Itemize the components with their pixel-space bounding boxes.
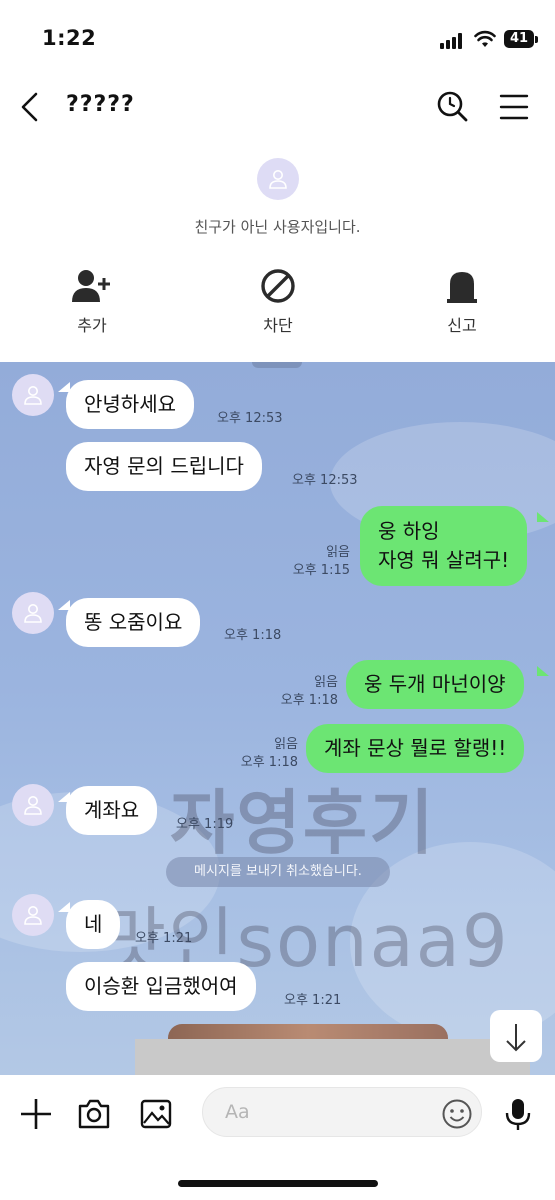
- message-time: 오후 1:18: [240, 755, 298, 770]
- message-bubble[interactable]: 똥 오줌이요: [66, 598, 201, 647]
- message-bubble[interactable]: 네: [66, 900, 121, 949]
- message-bubble[interactable]: 안녕하세요: [66, 380, 194, 429]
- battery-icon: 41: [504, 30, 534, 48]
- message-time: 오후 12:53: [292, 473, 358, 488]
- person-icon: [24, 796, 42, 815]
- message-bubble[interactable]: 계좌 문상 뭘로 할랭!!: [306, 724, 525, 773]
- block-icon: [261, 269, 295, 303]
- search-icon[interactable]: [434, 88, 470, 124]
- sender-avatar[interactable]: [12, 592, 54, 634]
- add-friend-button[interactable]: 추가: [32, 268, 152, 336]
- home-indicator: [178, 1180, 378, 1187]
- microphone-icon[interactable]: [500, 1096, 536, 1132]
- chat-area[interactable]: 자영후기 맛인sonaa9 안녕하세요 오후 12:53 자영 문의 드립니다 …: [0, 362, 555, 1075]
- person-icon: [24, 906, 42, 925]
- message-line: 웅 하잉: [378, 519, 440, 543]
- message-bubble[interactable]: 이승환 입금했어여: [66, 962, 256, 1011]
- message-time: 오후 12:53: [217, 411, 283, 426]
- report-button[interactable]: 신고: [402, 268, 522, 336]
- status-time: 1:22: [42, 26, 97, 50]
- system-message: 메시지를 보내기 취소했습니다.: [166, 857, 390, 887]
- message-time: 오후 1:18: [224, 628, 282, 643]
- person-icon: [269, 170, 287, 189]
- message-bubble[interactable]: 계좌요: [66, 786, 158, 835]
- wifi-icon: [474, 30, 496, 47]
- read-status: 읽음: [314, 675, 338, 690]
- block-label: 차단: [263, 316, 293, 335]
- emoji-icon[interactable]: [441, 1098, 473, 1130]
- message-bubble[interactable]: 웅 하잉 자영 뭐 살려구!: [360, 506, 528, 586]
- scroll-indicator: [252, 362, 302, 368]
- read-status: 읽음: [326, 545, 350, 560]
- not-friend-notice: 친구가 아닌 사용자입니다.: [194, 218, 361, 236]
- plus-icon[interactable]: [18, 1096, 54, 1132]
- gallery-icon[interactable]: [138, 1096, 174, 1132]
- sender-avatar[interactable]: [12, 784, 54, 826]
- menu-icon[interactable]: [498, 92, 530, 122]
- report-label: 신고: [447, 316, 477, 335]
- redacted-area: [135, 1039, 530, 1075]
- message-input[interactable]: Aa: [202, 1087, 482, 1137]
- siren-icon: [447, 272, 477, 303]
- scroll-down-button[interactable]: [490, 1010, 542, 1062]
- cellular-signal-icon: [440, 33, 466, 49]
- chat-title: ?????: [66, 92, 135, 117]
- read-status: 읽음: [274, 737, 298, 752]
- back-arrow-icon[interactable]: [14, 88, 48, 126]
- message-bubble[interactable]: 자영 문의 드립니다: [66, 442, 262, 491]
- message-time: 오후 1:21: [135, 931, 193, 946]
- sender-avatar[interactable]: [12, 894, 54, 936]
- arrow-down-icon: [506, 1024, 526, 1052]
- message-time: 오후 1:18: [280, 693, 338, 708]
- profile-avatar[interactable]: [257, 158, 299, 200]
- message-bubble[interactable]: 웅 두개 마넌이양: [346, 660, 524, 709]
- battery-tip: [535, 36, 538, 43]
- message-time: 오후 1:21: [284, 993, 342, 1008]
- person-icon: [24, 604, 42, 623]
- sender-avatar[interactable]: [12, 374, 54, 416]
- person-icon: [24, 386, 42, 405]
- camera-icon[interactable]: [76, 1096, 112, 1132]
- message-line: 자영 뭐 살려구!: [378, 548, 510, 572]
- message-time: 오후 1:19: [176, 817, 234, 832]
- add-label: 추가: [77, 316, 107, 335]
- add-person-icon: [72, 270, 110, 302]
- message-time: 오후 1:15: [292, 563, 350, 578]
- block-button[interactable]: 차단: [218, 268, 338, 336]
